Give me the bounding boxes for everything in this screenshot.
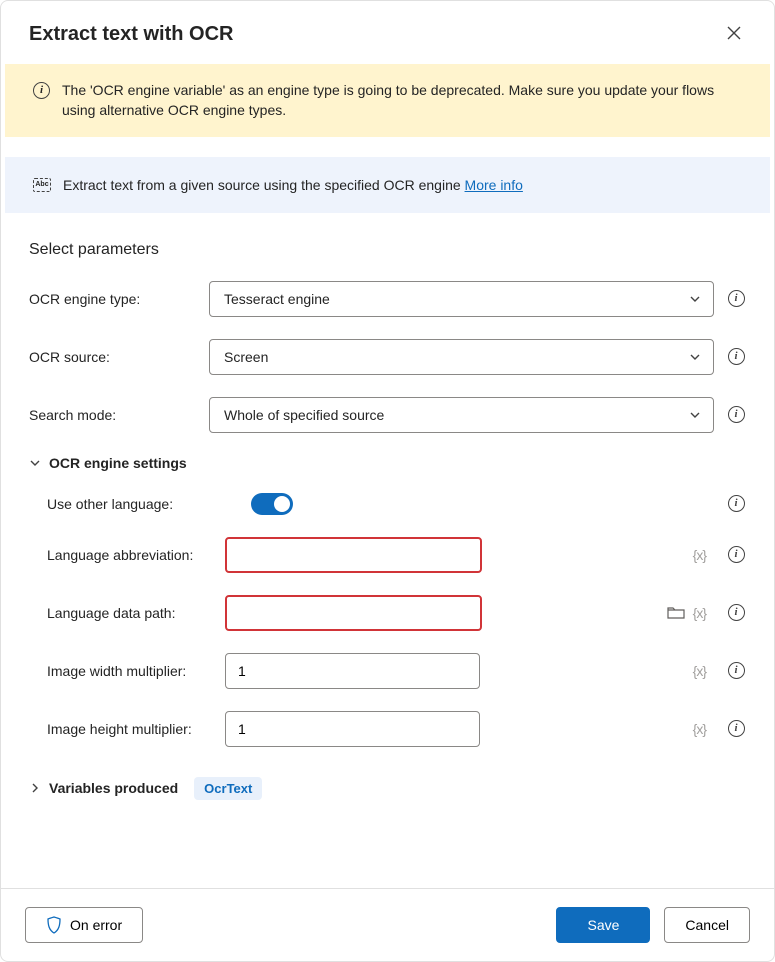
input-height-mult[interactable]: [225, 711, 480, 747]
description-text: Extract text from a given source using t…: [63, 177, 523, 193]
row-lang-abbrev: Language abbreviation: {x} i: [29, 537, 746, 573]
row-source: OCR source: Screen i: [29, 339, 746, 375]
input-lang-data-path-wrapper: {x}: [225, 595, 714, 631]
info-icon: i: [728, 546, 745, 563]
dialog-footer: On error Save Cancel: [1, 888, 774, 961]
help-use-other-language[interactable]: i: [726, 494, 746, 514]
on-error-button[interactable]: On error: [25, 907, 143, 943]
cancel-button[interactable]: Cancel: [664, 907, 750, 943]
help-width-mult[interactable]: i: [726, 661, 746, 681]
content-area: Select parameters OCR engine type: Tesse…: [1, 213, 774, 888]
variable-badge[interactable]: OcrText: [194, 777, 262, 800]
close-button[interactable]: [722, 21, 746, 48]
save-button[interactable]: Save: [556, 907, 650, 943]
dialog-title: Extract text with OCR: [29, 23, 233, 46]
chevron-right-icon: [29, 782, 41, 794]
info-icon: i: [728, 604, 745, 621]
info-icon: i: [728, 495, 745, 512]
folder-icon[interactable]: [667, 606, 685, 620]
variables-produced-header[interactable]: Variables produced OcrText: [29, 777, 746, 800]
chevron-down-icon: [29, 457, 41, 469]
help-source[interactable]: i: [726, 347, 746, 367]
label-engine-type: OCR engine type:: [29, 291, 197, 307]
variable-icon[interactable]: {x}: [693, 663, 706, 679]
help-lang-abbrev[interactable]: i: [726, 545, 746, 565]
section-title: Select parameters: [29, 241, 746, 259]
info-icon: i: [728, 406, 745, 423]
label-lang-abbrev: Language abbreviation:: [29, 547, 213, 563]
shield-icon: [46, 916, 62, 934]
more-info-link[interactable]: More info: [465, 177, 523, 193]
label-height-mult: Image height multiplier:: [29, 721, 213, 737]
input-lang-data-path[interactable]: [225, 595, 482, 631]
row-lang-data-path: Language data path: {x} i: [29, 595, 746, 631]
ocr-icon: Abc: [33, 178, 51, 192]
dialog: Extract text with OCR i The 'OCR engine …: [0, 0, 775, 962]
info-icon: i: [728, 720, 745, 737]
toggle-use-other-language[interactable]: [251, 493, 293, 515]
label-use-other-language: Use other language:: [29, 496, 213, 512]
row-height-mult: Image height multiplier: {x} i: [29, 711, 746, 747]
ocr-settings-header[interactable]: OCR engine settings: [29, 455, 746, 471]
variable-icon[interactable]: {x}: [693, 547, 706, 563]
label-source: OCR source:: [29, 349, 197, 365]
close-icon: [726, 25, 742, 41]
input-height-mult-wrapper: {x}: [225, 711, 714, 747]
help-lang-data-path[interactable]: i: [726, 603, 746, 623]
info-icon: i: [728, 662, 745, 679]
dialog-header: Extract text with OCR: [1, 1, 774, 64]
variable-icon[interactable]: {x}: [693, 605, 706, 621]
select-source[interactable]: Screen: [209, 339, 714, 375]
variable-icon[interactable]: {x}: [693, 721, 706, 737]
info-icon: i: [33, 82, 50, 99]
toggle-knob: [274, 496, 290, 512]
row-width-mult: Image width multiplier: {x} i: [29, 653, 746, 689]
select-search-mode[interactable]: Whole of specified source: [209, 397, 714, 433]
input-lang-abbrev-wrapper: {x}: [225, 537, 714, 573]
row-use-other-language: Use other language: i: [29, 493, 746, 515]
description-banner: Abc Extract text from a given source usi…: [5, 157, 770, 213]
label-lang-data-path: Language data path:: [29, 605, 213, 621]
select-engine-type[interactable]: Tesseract engine: [209, 281, 714, 317]
label-search-mode: Search mode:: [29, 407, 197, 423]
info-icon: i: [728, 348, 745, 365]
help-height-mult[interactable]: i: [726, 719, 746, 739]
warning-text: The 'OCR engine variable' as an engine t…: [62, 80, 742, 121]
ocr-settings-block: Use other language: i Language abbreviat…: [29, 493, 746, 747]
label-width-mult: Image width multiplier:: [29, 663, 213, 679]
input-width-mult[interactable]: [225, 653, 480, 689]
row-search-mode: Search mode: Whole of specified source i: [29, 397, 746, 433]
input-width-mult-wrapper: {x}: [225, 653, 714, 689]
row-engine-type: OCR engine type: Tesseract engine i: [29, 281, 746, 317]
help-search-mode[interactable]: i: [726, 405, 746, 425]
deprecation-warning: i The 'OCR engine variable' as an engine…: [5, 64, 770, 137]
info-icon: i: [728, 290, 745, 307]
help-engine-type[interactable]: i: [726, 289, 746, 309]
input-lang-abbrev[interactable]: [225, 537, 482, 573]
